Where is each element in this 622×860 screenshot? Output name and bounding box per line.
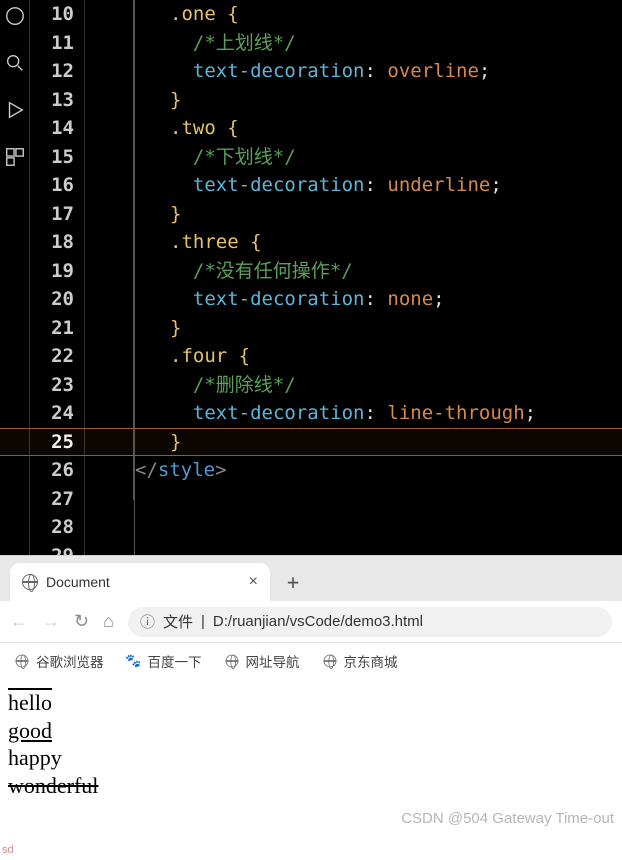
line-number: 12 [30,57,74,86]
line-number: 17 [30,200,74,229]
bookmarks-bar: 谷歌浏览器 🐾 百度一下 网址导航 京东商城 [0,643,622,679]
tab-title: Document [46,574,110,590]
back-icon[interactable]: ← [10,611,28,632]
line-number: 26 [30,456,74,485]
code-line[interactable]: .two { [170,114,622,143]
code-area[interactable]: .one { /*上划线*/ text-decoration: overline… [135,0,622,555]
rendered-text: happy [8,744,614,772]
code-line[interactable]: /*没有任何操作*/ [170,257,622,286]
line-number: 21 [30,314,74,343]
activity-bar [0,0,30,555]
code-editor: 1011121314151617181920212223242526272829… [0,0,622,555]
reload-icon[interactable]: ↻ [74,611,89,632]
tab-strip: Document × + [0,556,622,601]
corner-label: sd [2,844,14,856]
line-number: 24 [30,399,74,428]
browser-tab[interactable]: Document × [10,563,270,601]
page-content: hellogoodhappywonderful [0,679,622,809]
line-number: 27 [30,485,74,514]
address-input[interactable]: ⓘ 文件 | D:/ruanjian/vsCode/demo3.html [128,607,612,637]
code-line[interactable]: } [170,314,622,343]
code-line[interactable]: /*上划线*/ [170,29,622,58]
line-number: 23 [30,371,74,400]
globe-icon [22,574,38,590]
line-number: 28 [30,513,74,542]
bookmark-item[interactable]: 🐾 百度一下 [126,651,202,671]
line-numbers: 1011121314151617181920212223242526272829 [30,0,85,555]
line-number: 13 [30,86,74,115]
code-line[interactable]: text-decoration: none; [170,285,622,314]
fold-column [85,0,135,555]
code-line[interactable]: /*下划线*/ [170,143,622,172]
code-line[interactable]: .one { [170,0,622,29]
line-number: 22 [30,342,74,371]
address-sep: | [201,613,205,630]
address-prefix: 文件 [163,611,193,632]
extensions-icon[interactable] [4,146,26,168]
rendered-text: wonderful [8,772,614,800]
forward-icon[interactable]: → [42,611,60,632]
bookmark-label: 谷歌浏览器 [36,651,104,671]
code-line[interactable]: .three { [170,228,622,257]
code-line[interactable]: </style> [135,456,622,485]
run-icon[interactable] [4,99,26,121]
line-number: 15 [30,143,74,172]
code-line[interactable]: } [170,200,622,229]
code-line[interactable]: text-decoration: underline; [170,171,622,200]
bookmark-label: 网址导航 [246,651,300,671]
search-icon[interactable] [4,52,26,74]
globe-icon [322,653,338,669]
baidu-icon: 🐾 [126,653,142,669]
code-line[interactable]: .four { [170,342,622,371]
new-tab-button[interactable]: + [278,567,308,597]
bookmark-label: 京东商城 [344,651,398,671]
line-number: 20 [30,285,74,314]
close-icon[interactable]: × [249,573,258,591]
code-line[interactable]: } [170,86,622,115]
bookmark-item[interactable]: 京东商城 [322,651,398,671]
line-number: 10 [30,0,74,29]
line-number: 19 [30,257,74,286]
rendered-text: good [8,717,614,745]
code-line[interactable]: /*删除线*/ [170,371,622,400]
line-number: 16 [30,171,74,200]
globe-icon [224,653,240,669]
code-line[interactable]: text-decoration: overline; [170,57,622,86]
line-number: 14 [30,114,74,143]
line-number: 11 [30,29,74,58]
watermark: CSDN @504 Gateway Time-out [401,810,614,827]
address-bar: ← → ↻ ⌂ ⓘ 文件 | D:/ruanjian/vsCode/demo3.… [0,601,622,643]
home-icon[interactable]: ⌂ [103,611,114,632]
info-icon: ⓘ [140,611,155,632]
line-number: 18 [30,228,74,257]
bookmark-item[interactable]: 谷歌浏览器 [14,651,104,671]
code-line[interactable]: text-decoration: line-through; [170,399,622,428]
bookmark-item[interactable]: 网址导航 [224,651,300,671]
globe-icon [14,653,30,669]
address-path: D:/ruanjian/vsCode/demo3.html [213,613,423,630]
bookmark-label: 百度一下 [148,651,202,671]
explorer-icon[interactable] [4,5,26,27]
rendered-text: hello [8,689,614,717]
